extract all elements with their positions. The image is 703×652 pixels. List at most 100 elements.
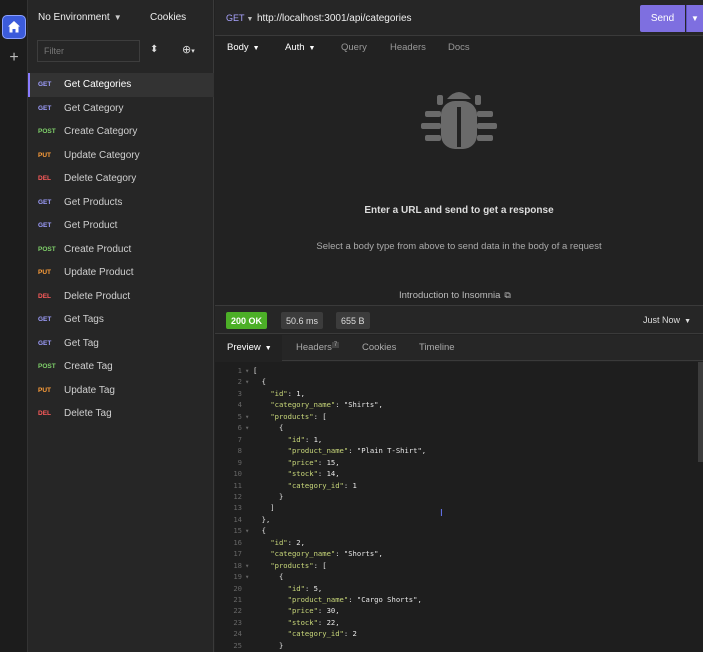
request-label: Delete Category [64, 173, 137, 185]
json-key: "id" [287, 434, 305, 444]
json-value: 30, [322, 606, 340, 616]
request-label: Update Product [64, 267, 134, 279]
response-timestamp: Just Now [643, 315, 681, 325]
sidebar-request-item[interactable]: POST Create Tag [28, 355, 214, 379]
line-number: 24 [233, 629, 242, 639]
url-input[interactable]: http://localhost:3001/api/categories [257, 13, 412, 24]
fold-chevron-icon[interactable]: ▾ [245, 365, 253, 377]
sidebar-request-item[interactable]: GET Get Tag [28, 332, 214, 356]
tab-response-cookies[interactable]: Cookies [362, 342, 396, 353]
sidebar-request-item[interactable]: DEL Delete Tag [28, 402, 214, 426]
request-label: Get Tag [64, 337, 99, 349]
line-number: 6 [237, 423, 242, 433]
scrollbar[interactable] [698, 362, 703, 462]
line-number: 17 [233, 549, 242, 559]
method-badge: PUT [38, 269, 51, 277]
intro-link[interactable]: Introduction to Insomnia ⧉ [399, 290, 511, 301]
tab-docs[interactable]: Docs [448, 42, 470, 53]
tab-timeline[interactable]: Timeline [419, 342, 455, 353]
tab-headers-label: Headers [296, 342, 332, 353]
line-number: 9 [237, 457, 242, 467]
line-number: 25 [233, 640, 242, 650]
bug-icon [421, 92, 497, 149]
tab-preview[interactable]: Preview ▼ [227, 342, 272, 353]
code-line: 16 "id": 2, [215, 537, 695, 549]
method-badge: GET [38, 222, 52, 230]
fold-chevron-icon[interactable]: ▾ [245, 411, 253, 423]
send-options-chevron-icon[interactable]: ▼ [686, 5, 703, 32]
filter-input[interactable] [37, 40, 140, 62]
line-number: 19 [233, 572, 242, 582]
code-line: 22 "price": 30, [215, 605, 695, 617]
environment-selector[interactable]: No Environment ▼ [38, 12, 122, 23]
response-history-selector[interactable]: Just Now ▼ [643, 315, 691, 325]
fold-chevron-icon[interactable]: ▾ [245, 376, 253, 388]
json-punctuation: { [253, 377, 266, 387]
fold-chevron-icon[interactable]: ▾ [245, 560, 253, 572]
code-line: 5 ▾ "products": [ [215, 411, 695, 423]
fold-chevron-icon[interactable]: ▾ [245, 571, 253, 583]
empty-state-subtext: Select a body type from above to send da… [316, 241, 602, 252]
request-label: Create Product [64, 243, 132, 255]
tab-auth-label: Auth [285, 42, 305, 53]
sidebar-request-item[interactable]: GET Get Categories [28, 73, 214, 97]
sidebar-request-item[interactable]: GET Get Product [28, 214, 214, 238]
sidebar-request-item[interactable]: PUT Update Category [28, 144, 214, 168]
json-key: "price" [287, 606, 318, 616]
json-key: "stock" [287, 469, 318, 479]
tab-response-headers[interactable]: Headers 7 [296, 342, 340, 353]
sidebar-request-item[interactable]: DEL Delete Category [28, 167, 214, 191]
json-value: 5, [309, 583, 323, 593]
fold-chevron-icon[interactable]: ▾ [245, 422, 253, 434]
request-tabs: Body ▼ Auth ▼ Query Headers Docs [215, 37, 703, 61]
method-badge: GET [38, 198, 52, 206]
sidebar-request-item[interactable]: GET Get Products [28, 191, 214, 215]
code-line: 18 ▾ "products": [ [215, 560, 695, 572]
json-key: "products" [270, 411, 314, 421]
home-icon[interactable] [2, 15, 26, 39]
intro-link-label: Introduction to Insomnia [399, 290, 501, 301]
tab-query[interactable]: Query [341, 42, 367, 53]
tab-headers[interactable]: Headers [390, 42, 426, 53]
method-selector[interactable]: GET ▼ [226, 13, 253, 23]
request-label: Get Product [64, 220, 118, 232]
add-request-icon[interactable]: ⊕▾ [182, 43, 195, 56]
line-number: 7 [237, 434, 242, 444]
response-body-viewer[interactable]: I 1 ▾[2 ▾ {3 "id": 1, 4 "category_name": "S… [215, 362, 703, 652]
plus-icon[interactable]: + [6, 50, 22, 66]
fold-chevron-icon[interactable]: ▾ [245, 525, 253, 537]
send-button[interactable]: Send [640, 5, 685, 32]
json-value: "Plain T-Shirt", [352, 446, 427, 456]
line-number: 20 [233, 583, 242, 593]
response-size-badge: 655 B [336, 312, 370, 329]
code-line: 17 "category_name": "Shorts", [215, 548, 695, 560]
tab-body[interactable]: Body ▼ [227, 42, 260, 53]
sidebar-request-item[interactable]: POST Create Product [28, 238, 214, 262]
sidebar-request-item[interactable]: DEL Delete Product [28, 285, 214, 309]
sidebar-request-item[interactable]: PUT Update Tag [28, 379, 214, 403]
tab-auth[interactable]: Auth ▼ [285, 42, 315, 53]
json-punctuation: } [253, 640, 284, 650]
json-value: 22, [322, 617, 340, 627]
method-badge: DEL [38, 410, 51, 418]
cookies-button[interactable]: Cookies [150, 12, 186, 23]
sidebar-request-item[interactable]: POST Create Category [28, 120, 214, 144]
request-label: Get Category [64, 102, 124, 114]
json-value: 1, [291, 388, 305, 398]
empty-state-heading: Enter a URL and send to get a response [364, 205, 554, 216]
json-value: 1 [348, 480, 357, 490]
chevron-down-icon: ▼ [113, 13, 122, 22]
chevron-down-icon: ▼ [684, 318, 691, 325]
sidebar-request-item[interactable]: PUT Update Product [28, 261, 214, 285]
line-number: 22 [233, 606, 242, 616]
sort-icon[interactable]: ⬍ [150, 44, 158, 55]
sidebar-request-item[interactable]: GET Get Category [28, 97, 214, 121]
sidebar-request-item[interactable]: GET Get Tags [28, 308, 214, 332]
request-label: Get Tags [64, 314, 104, 326]
